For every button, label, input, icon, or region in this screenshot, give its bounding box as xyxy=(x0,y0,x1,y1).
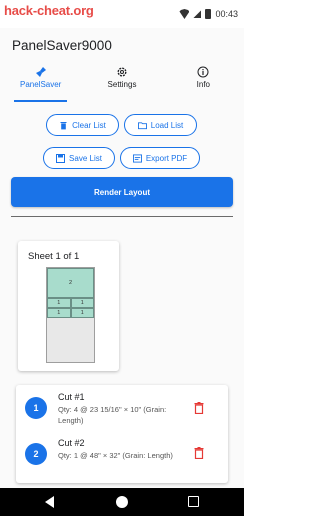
home-icon[interactable] xyxy=(116,496,128,508)
status-bar: hack-cheat.org 00:43 xyxy=(0,0,244,28)
cut-piece: 1 xyxy=(70,298,94,308)
info-icon xyxy=(197,66,209,78)
tab-panelsaver[interactable]: PanelSaver xyxy=(0,66,81,102)
load-list-button[interactable]: Load List xyxy=(124,114,197,136)
signal-icon xyxy=(193,10,202,18)
cut-list-item[interactable]: 1 Cut #1 Qty: 4 @ 23 15/16" × 10" (Grain… xyxy=(16,385,228,431)
render-layout-button[interactable]: Render Layout xyxy=(11,177,233,207)
tab-settings[interactable]: Settings xyxy=(81,66,162,100)
sheet-board: 2 1 1 1 1 xyxy=(46,267,95,363)
battery-icon xyxy=(205,9,212,19)
cut-list-item[interactable]: 2 Cut #2 Qty: 1 @ 48" × 32" (Grain: Leng… xyxy=(16,433,228,479)
cut-detail: Qty: 1 @ 48" × 32" (Grain: Length) xyxy=(58,451,173,460)
wifi-icon xyxy=(179,9,190,19)
export-pdf-button[interactable]: Export PDF xyxy=(120,147,200,169)
navigation-bar xyxy=(0,488,244,516)
delete-cut-button[interactable] xyxy=(192,446,206,460)
tab-label: Settings xyxy=(107,80,137,89)
back-icon[interactable] xyxy=(45,496,54,508)
save-list-label: Save List xyxy=(69,153,102,163)
export-pdf-label: Export PDF xyxy=(145,153,188,163)
cut-detail: Qty: 4 @ 23 15/16" × 10" (Grain: Length) xyxy=(58,405,167,425)
pdf-icon xyxy=(132,153,142,163)
cut-piece: 1 xyxy=(70,308,94,318)
cut-title: Cut #1 xyxy=(58,392,85,402)
clear-list-button[interactable]: Clear List xyxy=(46,114,119,136)
trash-icon xyxy=(194,447,204,459)
cut-piece: 1 xyxy=(47,298,71,308)
tab-label: PanelSaver xyxy=(19,80,62,89)
cut-piece: 1 xyxy=(47,308,71,318)
trash-icon xyxy=(194,402,204,414)
cut-title: Cut #2 xyxy=(58,438,85,448)
tab-bar: PanelSaver Settings Info xyxy=(0,66,244,102)
broom-icon xyxy=(35,66,47,78)
app-title: PanelSaver9000 xyxy=(12,38,112,53)
sheet-title: Sheet 1 of 1 xyxy=(28,251,80,262)
status-time: 00:43 xyxy=(215,9,238,19)
tab-label: Info xyxy=(196,80,210,89)
cut-piece: 2 xyxy=(47,268,94,298)
tab-info[interactable]: Info xyxy=(163,66,244,100)
divider xyxy=(11,216,233,217)
cut-list-card: 1 Cut #1 Qty: 4 @ 23 15/16" × 10" (Grain… xyxy=(16,385,228,483)
load-list-label: Load List xyxy=(150,120,184,130)
save-list-button[interactable]: Save List xyxy=(43,147,115,169)
save-icon xyxy=(56,153,66,163)
watermark-text: hack-cheat.org xyxy=(4,3,94,18)
folder-icon xyxy=(137,121,147,130)
delete-cut-button[interactable] xyxy=(192,401,206,415)
cut-number-badge: 1 xyxy=(25,397,47,419)
gear-icon xyxy=(116,66,128,78)
status-icons: 00:43 xyxy=(179,9,238,19)
app-screen: hack-cheat.org 00:43 PanelSaver9000 Pane… xyxy=(0,0,244,516)
cut-number-badge: 2 xyxy=(25,443,47,465)
recents-icon[interactable] xyxy=(188,496,199,507)
trash-icon xyxy=(59,121,68,130)
clear-list-label: Clear List xyxy=(72,120,106,130)
sheet-preview-card[interactable]: Sheet 1 of 1 2 1 1 1 1 xyxy=(18,241,119,371)
